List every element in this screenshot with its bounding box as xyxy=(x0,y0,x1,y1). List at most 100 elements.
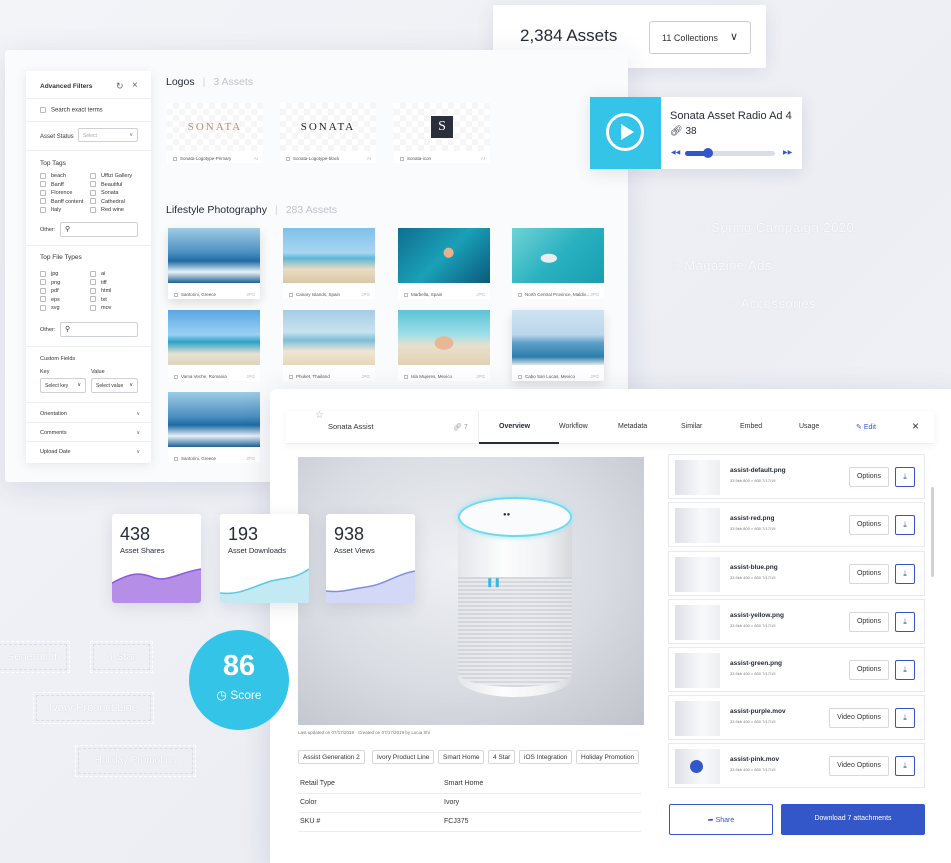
share-button[interactable]: ➦ Share xyxy=(669,804,773,835)
filetype-checkbox[interactable]: txt xyxy=(90,296,111,305)
lifestyle-title: Lifestyle Photography xyxy=(166,204,267,216)
tag-checkbox[interactable]: Cathedral xyxy=(90,198,132,207)
photo-tile[interactable]: North Central Province, Maldiv... JPG xyxy=(512,228,604,299)
tag-checkbox[interactable]: Red wine xyxy=(90,206,132,215)
asset-tag[interactable]: iOS Integration xyxy=(519,750,573,764)
tag-checkbox[interactable]: Beautiful xyxy=(90,181,132,190)
orientation-accordion[interactable]: Orientation ∨ xyxy=(40,411,140,417)
photo-tile[interactable]: Phuket, Thailand JPG xyxy=(283,310,375,381)
photo-tile[interactable]: Cabo San Lucas, Mexico JPG xyxy=(512,310,604,381)
download-icon[interactable]: ⤓ xyxy=(895,756,915,776)
collections-dropdown[interactable]: 11 Collections ∨ xyxy=(649,21,751,54)
attachment-row[interactable]: assist-pink.mov 33.9kb 490 × 800 7/17/19… xyxy=(668,743,925,788)
attachment-row[interactable]: assist-yellow.png 33.9kb 490 × 800 7/17/… xyxy=(668,599,925,644)
download-icon[interactable]: ⤓ xyxy=(895,564,915,584)
spec-value: FCJ375 xyxy=(444,818,469,825)
score-value: 86 xyxy=(222,650,256,682)
filetypes-other-search[interactable]: ⚲ xyxy=(60,322,138,337)
attachment-row[interactable]: assist-red.png 33.9kb 800 × 800 7/17/19 … xyxy=(668,502,925,547)
photo-tile[interactable]: Isla Mujeres, Mexico JPG xyxy=(398,310,490,381)
tag-checkbox[interactable]: Banff content xyxy=(40,198,83,207)
ghost-tag: Generation xyxy=(0,641,70,673)
photo-caption: Santorini, Greece xyxy=(181,456,217,461)
upload-date-label: Upload Date xyxy=(40,449,71,455)
filetype-checkbox[interactable]: eps xyxy=(40,296,60,305)
comments-accordion[interactable]: Comments ∨ xyxy=(40,430,140,436)
attachment-row[interactable]: assist-purple.mov 33.9kb 490 × 800 7/17/… xyxy=(668,695,925,740)
attachment-row[interactable]: assist-blue.png 33.9kb 490 × 800 7/17/19… xyxy=(668,551,925,596)
attachment-thumbnail xyxy=(675,701,720,736)
close-icon[interactable]: × xyxy=(912,419,919,433)
tab-usage[interactable]: Usage xyxy=(799,423,819,430)
download-icon[interactable]: ⤓ xyxy=(895,612,915,632)
filetype-checkbox[interactable]: ai xyxy=(90,270,111,279)
tab-metadata[interactable]: Metadata xyxy=(618,423,647,430)
fast-forward-icon[interactable]: ▶▶ xyxy=(783,149,792,156)
tag-checkbox[interactable]: Italy xyxy=(40,206,83,215)
photo-tile[interactable]: Marbella, Spain JPG xyxy=(398,228,490,299)
filetype-checkbox[interactable]: svg xyxy=(40,304,60,313)
photo-tile[interactable]: Canary Islands, Spain JPG xyxy=(283,228,375,299)
photo-tile[interactable]: Santorini, Greece JPG xyxy=(168,392,260,463)
asset-tag[interactable]: Ivory Product Line xyxy=(372,750,435,764)
download-all-button[interactable]: Download 7 attachments xyxy=(781,804,925,835)
download-icon[interactable]: ⤓ xyxy=(895,660,915,680)
attachment-name: assist-green.png xyxy=(730,660,783,667)
filetype-checkbox[interactable]: jpg xyxy=(40,270,60,279)
tags-other-search[interactable]: ⚲ xyxy=(60,222,138,237)
stat-sparkline xyxy=(112,568,201,603)
filetype-checkbox[interactable]: png xyxy=(40,279,60,288)
logo-tile[interactable]: S Sonata-icon AI xyxy=(394,103,490,163)
logo-tile[interactable]: SONATA Sonata-Logotype-black AI xyxy=(280,103,376,163)
attachment-meta: 33.9kb 490 × 800 7/17/19 xyxy=(730,719,776,724)
play-icon[interactable] xyxy=(690,760,703,773)
download-icon[interactable]: ⤓ xyxy=(895,467,915,487)
select-key-dropdown[interactable]: Select key ∨ xyxy=(40,378,86,393)
star-icon[interactable]: ☆ xyxy=(315,410,324,421)
rewind-icon[interactable]: ◀◀ xyxy=(671,149,680,156)
asset-tag[interactable]: Smart Home xyxy=(438,750,485,764)
filetype-checkbox[interactable]: mov xyxy=(90,304,111,313)
close-icon[interactable]: × xyxy=(132,80,138,91)
filetype-checkbox[interactable]: html xyxy=(90,287,111,296)
logo-tile[interactable]: SONATA Sonata-Logotype-Primary AI xyxy=(167,103,263,163)
options-button[interactable]: Options xyxy=(849,660,889,680)
options-button[interactable]: Options xyxy=(849,515,889,535)
attachment-name: assist-default.png xyxy=(730,467,786,474)
download-icon[interactable]: ⤓ xyxy=(895,708,915,728)
photo-tile[interactable]: Santorini, Greece JPG xyxy=(168,228,260,299)
options-button[interactable]: Options xyxy=(849,612,889,632)
play-icon[interactable] xyxy=(606,113,644,151)
options-button[interactable]: Options xyxy=(849,564,889,584)
tag-checkbox[interactable]: Banff xyxy=(40,181,83,190)
photo-tile[interactable]: Vama Veche, Romania JPG xyxy=(168,310,260,381)
tag-checkbox[interactable]: Uffizi Gallery xyxy=(90,172,132,181)
asset-tag[interactable]: Holiday Promotion xyxy=(576,750,640,764)
asset-tag[interactable]: 4 Star xyxy=(488,750,516,764)
refresh-icon[interactable]: ↻ xyxy=(116,81,124,92)
attachment-row[interactable]: assist-default.png 33.9kb 800 × 800 7/17… xyxy=(668,454,925,499)
search-exact-checkbox[interactable]: Search exact terms xyxy=(40,107,103,114)
tag-checkbox[interactable]: Florence xyxy=(40,189,83,198)
tab-overview[interactable]: Overview xyxy=(499,423,530,430)
video-options-button[interactable]: Video Options xyxy=(829,708,889,728)
download-icon[interactable]: ⤓ xyxy=(895,515,915,535)
asset-status-select[interactable]: Select ∨ xyxy=(78,128,138,142)
video-options-button[interactable]: Video Options xyxy=(829,756,889,776)
select-value-dropdown[interactable]: Select value ∨ xyxy=(91,378,138,393)
tab-similar[interactable]: Similar xyxy=(681,423,702,430)
tag-checkbox[interactable]: Sonata xyxy=(90,189,132,198)
options-button[interactable]: Options xyxy=(849,467,889,487)
attachments-scrollbar[interactable] xyxy=(931,487,934,577)
tag-checkbox[interactable]: beach xyxy=(40,172,83,181)
tab-embed[interactable]: Embed xyxy=(740,423,762,430)
photo-caption: Cabo San Lucas, Mexico xyxy=(525,374,576,379)
asset-tag[interactable]: Assist Generation 2 xyxy=(298,750,365,764)
filetype-checkbox[interactable]: pdf xyxy=(40,287,60,296)
tab-workflow[interactable]: Workflow xyxy=(559,423,588,430)
filetype-checkbox[interactable]: tiff xyxy=(90,279,111,288)
audio-progress-handle[interactable] xyxy=(702,148,713,158)
upload-date-accordion[interactable]: Upload Date ∨ xyxy=(40,449,140,455)
edit-button[interactable]: ✎ Edit xyxy=(856,423,876,431)
attachment-row[interactable]: assist-green.png 33.9kb 490 × 800 7/17/1… xyxy=(668,647,925,692)
